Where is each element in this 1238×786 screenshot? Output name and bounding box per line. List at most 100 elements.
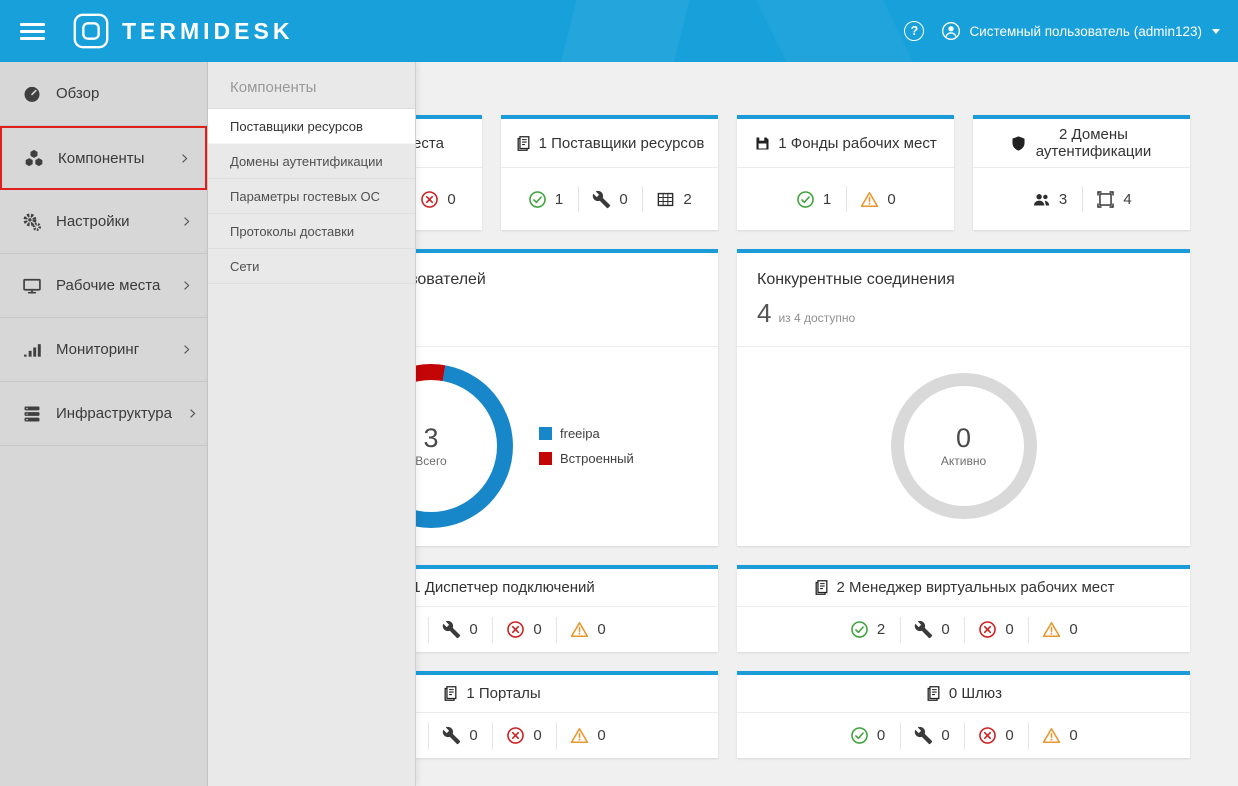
stat-error: 0 (492, 723, 556, 749)
stat-value: 4 (1123, 191, 1131, 208)
connections-donut-chart: 0 Активно (891, 373, 1037, 519)
maintenance-icon (914, 620, 933, 639)
card-title: 1 Порталы (466, 685, 540, 702)
stat-pools: 2 (642, 186, 706, 212)
stat-value: 0 (597, 727, 605, 744)
sidebar-item-components[interactable]: Компоненты (0, 126, 207, 190)
warning-icon (570, 726, 589, 745)
grid-icon (656, 190, 675, 209)
stat-value: 0 (447, 191, 455, 208)
stat-ok: 0 (836, 723, 900, 749)
stat-value: 0 (1005, 727, 1013, 744)
chart-legend: freeipa Встроенный (539, 421, 634, 471)
card-header: 2 Домены аутентификации (973, 119, 1190, 168)
ok-icon (528, 190, 547, 209)
error-icon (978, 726, 997, 745)
stat-value: 0 (619, 191, 627, 208)
warning-icon (1042, 620, 1061, 639)
card-header: 1 Поставщики ресурсов (501, 119, 718, 168)
chevron-right-icon (180, 343, 193, 356)
stat-ok: 1 (514, 186, 578, 212)
stat-maintenance: 0 (428, 723, 492, 749)
available-value: 4 (757, 298, 771, 329)
card-header: 2 Менеджер виртуальных рабочих мест (737, 569, 1190, 607)
available-connections: 4 из 4 доступно (757, 298, 1170, 329)
stat-error: 0 (964, 723, 1028, 749)
stat-value: 2 (683, 191, 691, 208)
sidebar-item-overview[interactable]: Обзор (0, 62, 207, 126)
sidebar-item-label: Инфраструктура (56, 405, 172, 422)
stat-warning: 0 (556, 723, 620, 749)
submenu-item-guest-os-parameters[interactable]: Параметры гостевых ОС (208, 179, 415, 214)
ok-icon (850, 620, 869, 639)
sidebar-item-workplaces[interactable]: Рабочие места (0, 254, 207, 318)
card-stats: 3 4 (973, 168, 1190, 230)
chevron-right-icon (180, 215, 193, 228)
donut-active-value: 0 (956, 424, 971, 454)
chevron-right-icon (186, 407, 199, 420)
legend-item: Встроенный (539, 451, 634, 466)
termidesk-logo-icon (73, 13, 109, 49)
sidebar-item-infrastructure[interactable]: Инфраструктура (0, 382, 207, 446)
card-stats: 0 0 0 0 (737, 713, 1190, 758)
stat-value: 0 (533, 621, 541, 638)
submenu-item-auth-domains[interactable]: Домены аутентификации (208, 144, 415, 179)
frame-icon (1096, 190, 1115, 209)
sidebar-item-monitoring[interactable]: Мониторинг (0, 318, 207, 382)
stat-maintenance: 0 (900, 723, 964, 749)
submenu-item-delivery-protocols[interactable]: Протоколы доставки (208, 214, 415, 249)
documents-icon (813, 579, 830, 596)
documents-icon (442, 685, 459, 702)
error-icon (506, 620, 525, 639)
stat-users: 3 (1018, 186, 1082, 212)
legend-label: freeipa (560, 426, 600, 441)
error-icon (506, 726, 525, 745)
chevron-down-icon (1212, 29, 1220, 34)
stat-value: 3 (1059, 191, 1067, 208)
ok-icon (796, 190, 815, 209)
sidebar-item-settings[interactable]: Настройки (0, 190, 207, 254)
card-concurrent-connections: Конкурентные соединения 4 из 4 доступно … (737, 249, 1190, 546)
available-label: из 4 доступно (778, 311, 855, 325)
stat-value: 0 (941, 621, 949, 638)
stat-ok: 2 (836, 617, 900, 643)
workplaces-icon (22, 276, 42, 296)
termidesk-admin-app: TERMIDESK ? Системный пользователь (admi… (0, 0, 1238, 786)
submenu-item-resource-providers[interactable]: Поставщики ресурсов (208, 109, 415, 144)
error-icon (420, 190, 439, 209)
stat-error: 0 (492, 617, 556, 643)
card-stats: 1 0 (737, 168, 954, 230)
stat-value: 0 (469, 621, 477, 638)
settings-icon (22, 212, 42, 232)
card-workplace-funds: 1 Фонды рабочих мест 1 0 (737, 115, 954, 230)
help-icon[interactable]: ? (904, 21, 924, 41)
monitoring-icon (22, 340, 42, 360)
stat-error: 0 (964, 617, 1028, 643)
menu-toggle-button[interactable] (18, 19, 47, 44)
users-icon (1032, 190, 1051, 209)
user-menu[interactable]: Системный пользователь (admin123) (941, 21, 1220, 41)
stat-value: 0 (877, 727, 885, 744)
chevron-right-icon (180, 279, 193, 292)
stat-ok: 1 (782, 186, 846, 212)
submenu-item-networks[interactable]: Сети (208, 249, 415, 284)
stat-maintenance: 0 (578, 186, 642, 212)
storage-icon (754, 135, 771, 152)
maintenance-icon (914, 726, 933, 745)
documents-icon (925, 685, 942, 702)
documents-icon (515, 135, 532, 152)
warning-icon (1042, 726, 1061, 745)
stat-workplaces: 4 (1082, 186, 1146, 212)
card-header: 1 Фонды рабочих мест (737, 119, 954, 168)
components-submenu: Компоненты Поставщики ресурсов Домены ау… (207, 62, 416, 786)
topbar-right: ? Системный пользователь (admin123) (904, 21, 1220, 41)
maintenance-icon (442, 726, 461, 745)
stat-maintenance: 0 (428, 617, 492, 643)
warning-icon (860, 190, 879, 209)
stat-warning: 0 (1028, 723, 1092, 749)
infrastructure-icon (22, 404, 42, 424)
chevron-right-icon (178, 152, 191, 165)
donut-active-label: Активно (941, 454, 986, 468)
card-title: Конкурентные соединения (757, 271, 955, 288)
warning-icon (570, 620, 589, 639)
